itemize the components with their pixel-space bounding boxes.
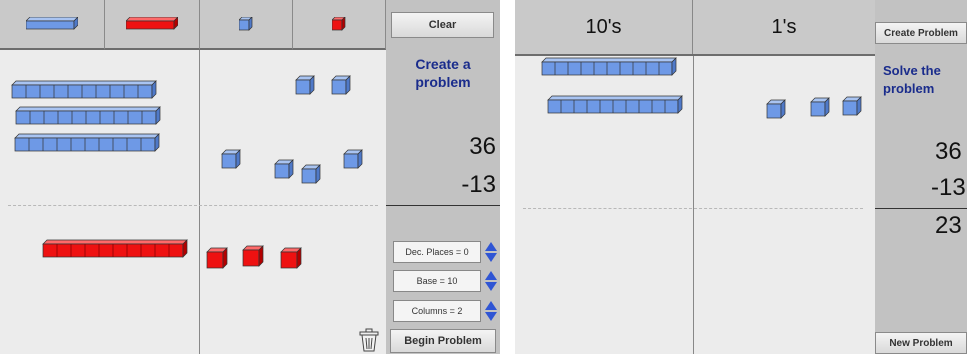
- minuend: 36: [469, 133, 496, 160]
- clear-button[interactable]: Clear: [391, 12, 494, 38]
- blue-unit-cube: [301, 164, 321, 184]
- blue-unit-cube: [331, 75, 351, 95]
- blue-tens-rod: [541, 57, 677, 76]
- workspace-blocks: [541, 57, 862, 119]
- sidebar-title: Solve the problem: [883, 63, 941, 96]
- blue-tens-rod: [15, 106, 161, 125]
- sum-line: [875, 208, 967, 209]
- new-problem-button[interactable]: New Problem: [875, 332, 967, 354]
- blue-unit-cube: [810, 97, 830, 117]
- red-unit-cube: [206, 247, 228, 269]
- blue-tens-rod: [14, 133, 160, 152]
- blue-unit-cube: [295, 75, 315, 95]
- base-spinner-icon[interactable]: [484, 270, 498, 292]
- left-sidebar: Clear Create a problem 36 -13 Dec. Place…: [386, 0, 500, 354]
- dec-places-field: Dec. Places = 0: [393, 241, 481, 263]
- red-unit-cube: [242, 245, 264, 267]
- blue-unit-cube: [766, 99, 786, 119]
- base-field: Base = 10: [393, 270, 481, 292]
- trash-icon[interactable]: [358, 328, 380, 352]
- red-unit-cube: [280, 247, 302, 269]
- subtrahend: -13: [931, 174, 966, 201]
- blue-tens-rod: [547, 95, 683, 114]
- difference: 23: [935, 212, 962, 239]
- create-problem-button[interactable]: Create Problem: [875, 22, 967, 44]
- minuend: 36: [935, 138, 962, 165]
- blue-tens-rod: [11, 80, 157, 99]
- columns-spinner-icon[interactable]: [484, 300, 498, 322]
- workspace-blocks: [11, 75, 363, 269]
- subtrahend: -13: [461, 171, 496, 198]
- create-problem-panel: Clear Create a problem 36 -13 Dec. Place…: [0, 0, 500, 354]
- sum-line: [386, 205, 500, 206]
- begin-problem-button[interactable]: Begin Problem: [390, 329, 496, 353]
- dec-places-spinner-icon[interactable]: [484, 241, 498, 263]
- blue-unit-cube: [842, 96, 862, 116]
- solve-problem-panel: 10's 1's Create Problem Solve the proble…: [515, 0, 967, 354]
- sidebar-title: Create a problem: [415, 56, 471, 90]
- red-tens-rod: [42, 239, 188, 258]
- blue-unit-cube: [274, 159, 294, 179]
- blue-unit-cube: [221, 149, 241, 169]
- right-sidebar: Create Problem Solve the problem 36 -13 …: [875, 0, 967, 354]
- blue-unit-cube: [343, 149, 363, 169]
- columns-field: Columns = 2: [393, 300, 481, 322]
